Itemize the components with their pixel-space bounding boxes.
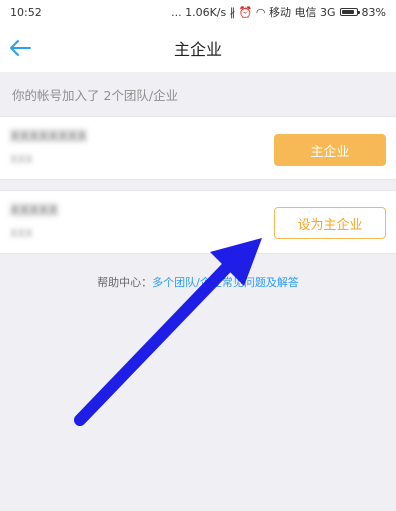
company-name: XXXXX — [10, 203, 58, 219]
status-bar: 10:52 ... 1.06K/s ∦ ⏰ ◠ 移动 电信 3G 83% — [0, 0, 396, 24]
set-main-company-button[interactable]: 设为主企业 — [274, 207, 386, 239]
back-button[interactable] — [6, 34, 34, 62]
company-row: XXXXXXXX XXX 主企业 — [0, 116, 396, 180]
membership-info-text: 你的帐号加入了 2个团队/企业 — [12, 87, 179, 103]
help-center-line: 帮助中心：多个团队/企业常见问题及解答 — [0, 274, 396, 290]
company-name: XXXXXXXX — [10, 129, 87, 145]
help-center-link[interactable]: 多个团队/企业常见问题及解答 — [152, 276, 299, 289]
status-network-text: ... 1.06K/s ∦ ⏰ ◠ 移动 电信 3G — [171, 6, 336, 19]
company-row: XXXXX XXX 设为主企业 — [0, 190, 396, 254]
main-company-button[interactable]: 主企业 — [274, 134, 386, 166]
page-title: 主企业 — [173, 40, 222, 59]
status-time: 10:52 — [10, 5, 42, 19]
membership-info: 你的帐号加入了 2个团队/企业 — [0, 72, 396, 116]
company-subtitle: XXX — [10, 227, 33, 240]
company-subtitle: XXX — [10, 153, 33, 166]
navigation-bar: 主企业 — [0, 24, 396, 72]
back-arrow-icon — [10, 40, 31, 56]
help-center-prefix: 帮助中心： — [97, 276, 153, 289]
battery-percentage: 83% — [361, 5, 386, 19]
battery-icon — [339, 8, 360, 16]
status-indicators: ... 1.06K/s ∦ ⏰ ◠ 移动 电信 3G 83% — [171, 4, 386, 20]
